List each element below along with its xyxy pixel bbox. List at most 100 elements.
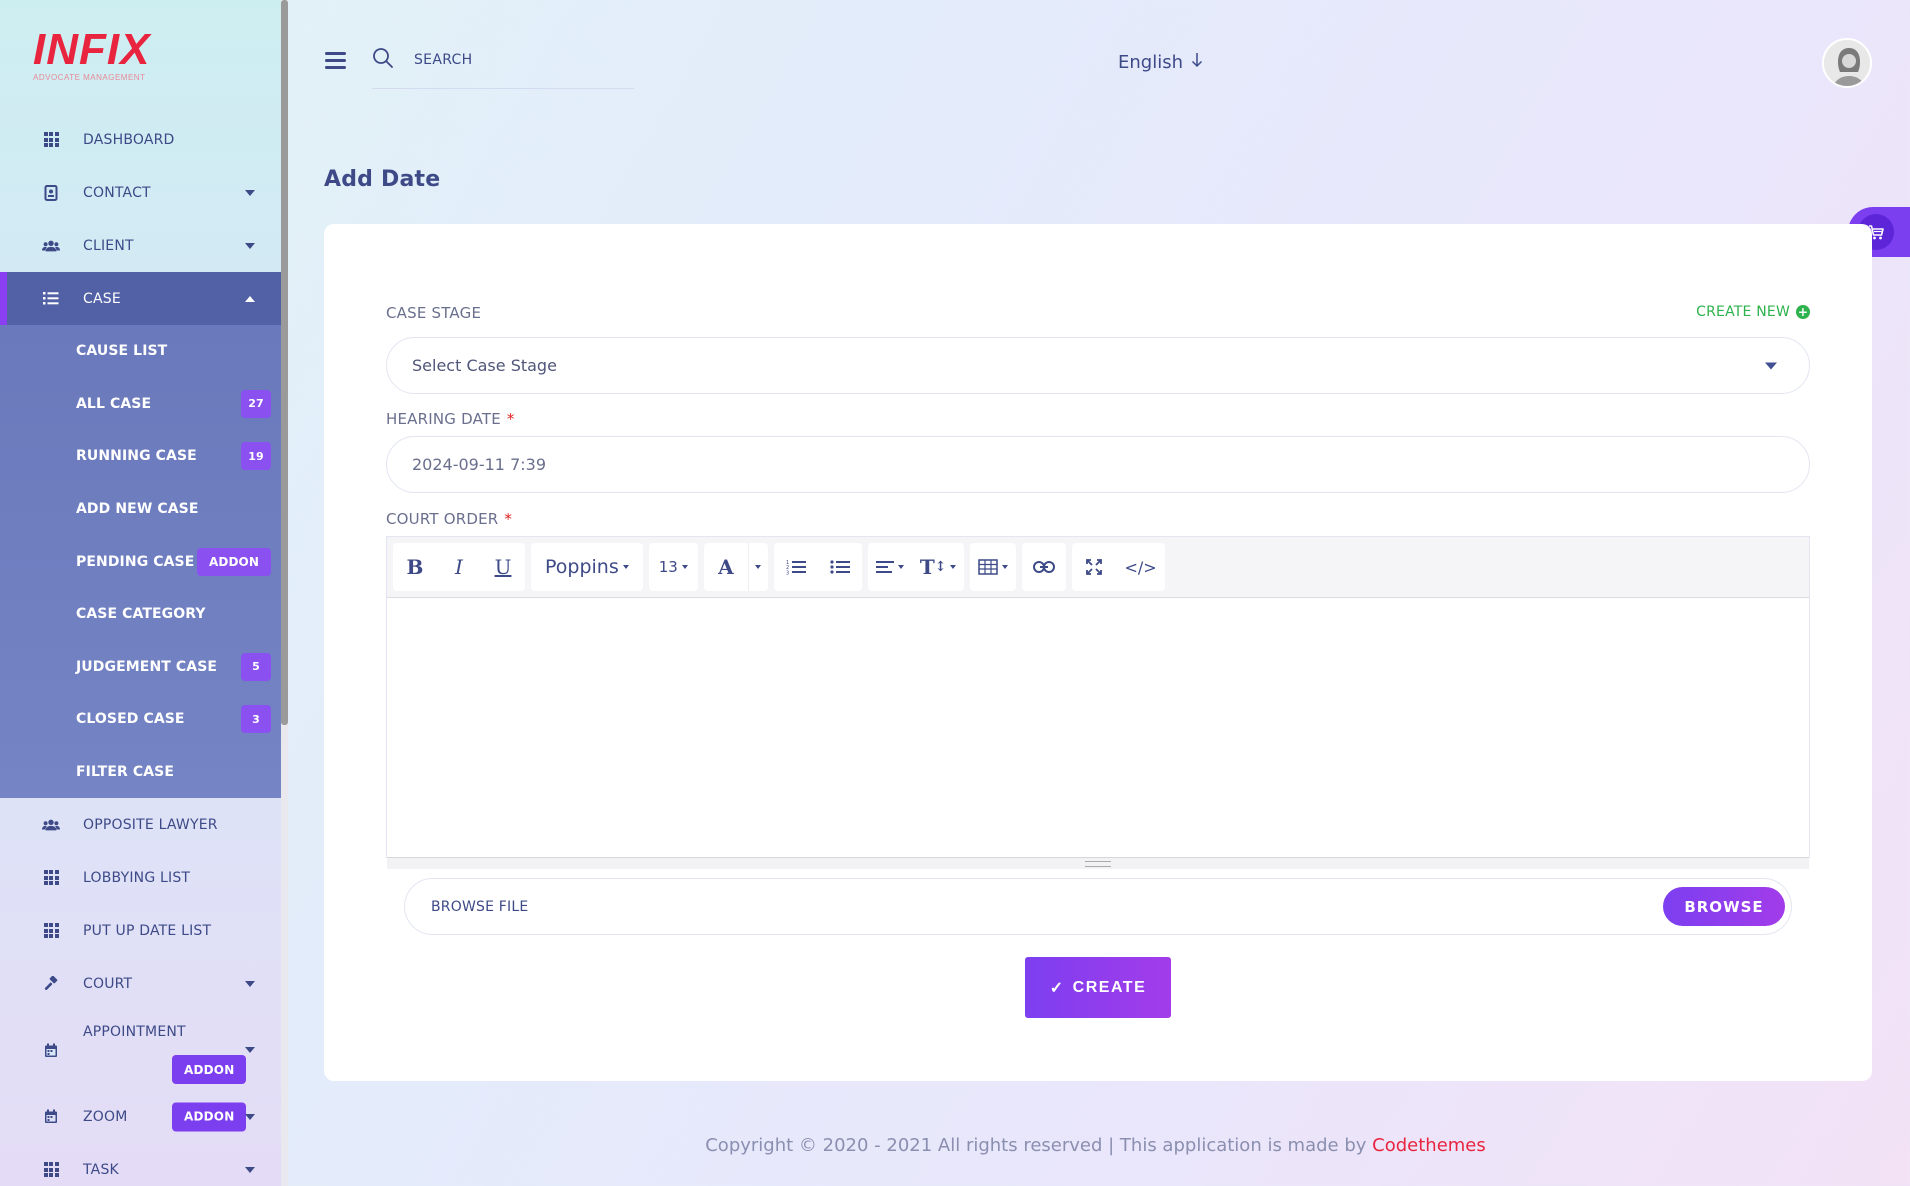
court-order-editor: B I U Poppins 13 A 123 T ↕ </>	[386, 536, 1810, 869]
list-icon	[42, 291, 60, 307]
editor-resize-handle[interactable]	[387, 857, 1809, 869]
submenu-item-cause-list[interactable]: CAUSE LIST	[0, 325, 281, 378]
app-logo[interactable]: INFIX ADVOCATE MANAGEMENT	[33, 25, 151, 83]
link-group	[1022, 543, 1067, 591]
submenu-item-add-new-case[interactable]: ADD NEW CASE	[0, 483, 281, 536]
court-order-label: COURT ORDER *	[386, 510, 512, 528]
italic-icon[interactable]: I	[437, 543, 481, 591]
code-view-icon[interactable]: </>	[1116, 543, 1164, 591]
submenu-item-label: CLOSED CASE	[76, 711, 185, 728]
calendar-icon	[42, 1109, 60, 1125]
sidebar-item-put-up-date-list[interactable]: PUT UP DATE LIST	[0, 904, 281, 957]
submenu-item-running-case[interactable]: RUNNING CASE 19	[0, 430, 281, 483]
submenu-item-label: CASE CATEGORY	[76, 606, 206, 623]
submenu-item-filter-case[interactable]: FILTER CASE	[0, 746, 281, 799]
chevron-down-icon	[245, 242, 255, 249]
sidebar-item-label: TASK	[83, 1161, 119, 1178]
sidebar-item-opposite-lawyer[interactable]: OPPOSITE LAWYER	[0, 798, 281, 851]
contact-book-icon	[42, 184, 60, 201]
check-icon: ✓	[1049, 979, 1065, 997]
submenu-item-label: RUNNING CASE	[76, 448, 197, 465]
table-group	[970, 543, 1017, 591]
sidebar-scrollbar-thumb[interactable]	[281, 0, 288, 725]
submenu-item-label: ALL CASE	[76, 395, 152, 412]
hearing-date-label: HEARING DATE *	[386, 410, 515, 428]
editor-content-area[interactable]	[387, 598, 1809, 849]
search-icon[interactable]	[372, 47, 394, 73]
file-browse-field[interactable]: BROWSE FILE BROWSE	[404, 878, 1792, 935]
submenu-item-case-category[interactable]: CASE CATEGORY	[0, 588, 281, 641]
sidebar-item-label: PUT UP DATE LIST	[83, 922, 212, 939]
submenu-item-judgement-case[interactable]: JUDGEMENT CASE 5	[0, 641, 281, 694]
addon-badge: ADDON	[172, 1102, 247, 1132]
submenu-item-label: ADD NEW CASE	[76, 501, 199, 518]
count-badge: 27	[241, 389, 271, 418]
avatar[interactable]	[1822, 38, 1872, 88]
chevron-down-icon	[245, 1047, 255, 1054]
underline-icon[interactable]: U	[481, 543, 525, 591]
count-badge: 19	[241, 442, 271, 471]
list-group: 123	[773, 543, 862, 591]
sidebar-item-label: CONTACT	[83, 184, 151, 201]
unordered-list-icon[interactable]	[818, 543, 862, 591]
chevron-down-icon	[245, 1166, 255, 1173]
sidebar-item-client[interactable]: CLIENT	[0, 219, 281, 272]
link-icon[interactable]	[1022, 543, 1066, 591]
text-color-icon[interactable]: A	[704, 543, 748, 591]
submenu-item-label: FILTER CASE	[76, 764, 174, 781]
browse-file-label: BROWSE FILE	[431, 898, 529, 915]
browse-button[interactable]: BROWSE	[1663, 887, 1785, 926]
submenu-item-closed-case[interactable]: CLOSED CASE 3	[0, 693, 281, 746]
hamburger-menu-icon[interactable]	[325, 52, 346, 73]
sidebar-item-court[interactable]: COURT	[0, 957, 281, 1010]
editor-toolbar: B I U Poppins 13 A 123 T ↕ </>	[387, 537, 1809, 598]
sidebar-item-appointment[interactable]: APPOINTMENT ADDON	[0, 1010, 281, 1090]
submenu-item-pending-case[interactable]: PENDING CASE ADDON	[0, 535, 281, 588]
bold-icon[interactable]: B	[393, 543, 437, 591]
calendar-icon	[42, 1042, 60, 1058]
font-size-label: 13	[658, 558, 678, 576]
font-size-dropdown[interactable]: 13	[648, 543, 698, 591]
plus-circle-icon: +	[1796, 305, 1810, 319]
language-selector[interactable]: English	[1118, 52, 1203, 73]
search-underline	[372, 88, 634, 89]
search-input[interactable]: SEARCH	[414, 52, 472, 68]
create-new-link[interactable]: CREATE NEW +	[1696, 304, 1810, 320]
required-mark: *	[506, 410, 515, 428]
required-mark: *	[504, 510, 513, 528]
ordered-list-icon[interactable]: 123	[774, 543, 818, 591]
sidebar-item-case[interactable]: CASE	[0, 272, 281, 325]
count-badge: 3	[241, 705, 271, 734]
logo-text: INFIX	[33, 25, 151, 74]
sidebar: INFIX ADVOCATE MANAGEMENT DASHBOARD CONT…	[0, 0, 281, 1186]
fullscreen-icon[interactable]	[1072, 543, 1116, 591]
sidebar-item-label: ZOOM	[83, 1108, 128, 1125]
footer-brand-link[interactable]: Codethemes	[1372, 1135, 1486, 1156]
users-icon	[42, 238, 60, 254]
font-family-value: Poppins	[531, 543, 643, 591]
sidebar-item-contact[interactable]: CONTACT	[0, 166, 281, 219]
submenu-item-all-case[interactable]: ALL CASE 27	[0, 378, 281, 431]
paragraph-group: T ↕	[867, 543, 965, 591]
chevron-down-icon	[245, 1113, 255, 1120]
line-height-icon[interactable]: T ↕	[912, 543, 965, 591]
case-stage-label: CASE STAGE	[386, 304, 482, 322]
chevron-up-icon	[245, 295, 255, 302]
court-order-label-text: COURT ORDER	[386, 510, 499, 528]
create-new-label: CREATE NEW	[1696, 304, 1790, 320]
grid-icon	[42, 132, 60, 148]
hearing-date-input[interactable]: 2024-09-11 7:39	[386, 436, 1810, 493]
chevron-down-icon	[1765, 362, 1777, 369]
align-icon[interactable]	[868, 543, 912, 591]
create-button[interactable]: ✓ CREATE	[1025, 957, 1171, 1018]
sidebar-item-lobbying-list[interactable]: LOBBYING LIST	[0, 851, 281, 904]
table-icon[interactable]	[970, 543, 1016, 591]
case-stage-select[interactable]: Select Case Stage	[386, 337, 1810, 394]
font-family-dropdown[interactable]: Poppins	[531, 543, 643, 591]
grid-icon	[42, 923, 60, 939]
chevron-down-icon[interactable]	[747, 543, 768, 591]
case-stage-placeholder: Select Case Stage	[412, 356, 557, 375]
sidebar-item-dashboard[interactable]: DASHBOARD	[0, 113, 281, 166]
submenu-item-label: JUDGEMENT CASE	[76, 658, 218, 675]
gavel-icon	[42, 975, 60, 992]
